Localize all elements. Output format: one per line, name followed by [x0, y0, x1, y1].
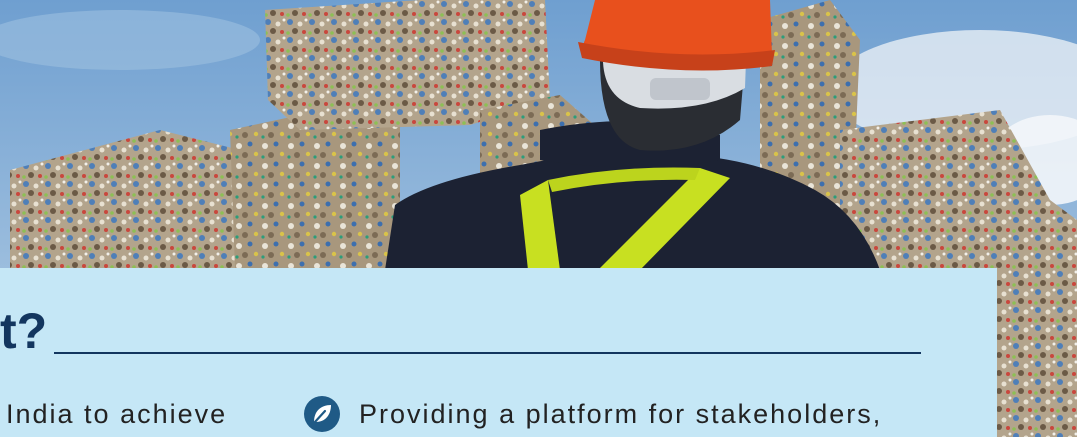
right-column-item: Providing a platform for stakeholders, [303, 396, 882, 433]
left-column-text: India to achieve [6, 399, 228, 429]
leaf-icon [304, 396, 340, 432]
section-heading: t? [0, 303, 48, 359]
heading-rule [54, 352, 921, 354]
info-panel: t? India to achieve Providing a platform… [0, 268, 997, 437]
right-column-text: Providing a platform for stakeholders, [359, 399, 883, 429]
